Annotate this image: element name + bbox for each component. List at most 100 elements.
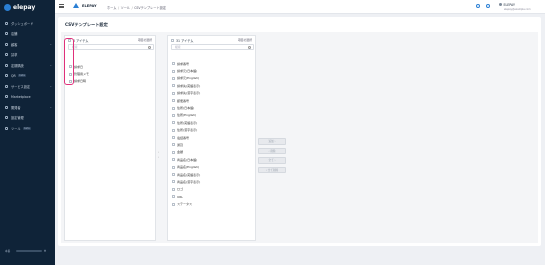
checkbox-highlight [64,38,74,85]
item-checkbox[interactable] [172,76,175,80]
org-switcher[interactable]: ELEPAY [73,3,97,8]
sidebar-item[interactable]: 設定管理 [0,113,55,124]
item-checkbox[interactable] [172,128,175,132]
item-checkbox[interactable] [172,106,175,110]
list-item-label: 請求番号 [177,61,190,66]
list-item-label: 住所(漢字表示) [177,128,198,133]
sidebar-item[interactable]: 開発者 ⌄ [0,102,55,113]
item-checkbox[interactable] [172,99,175,103]
right-list: 請求番号 請求元(日本語) 請求元(English) 請求先(英語表示) 請求先(漢字表… [172,60,200,208]
item-checkbox[interactable] [172,136,175,140]
item-checkbox[interactable] [172,173,175,177]
list-item-label: 郵便番号 [177,98,190,103]
remove-button[interactable]: ‹ 削除 [258,147,286,154]
list-item[interactable]: 商品名(漢字表示) [172,178,200,185]
menu-icon[interactable] [59,4,64,8]
header-icons [476,4,490,8]
list-item[interactable]: 住所(English) [172,112,200,119]
list-item[interactable]: 住所(漢字表示) [172,127,200,134]
chevron-down-icon: ⌄ [49,84,52,89]
item-checkbox[interactable] [172,165,175,169]
item-checkbox[interactable] [172,121,175,125]
right-search-input[interactable]: 検索 [171,44,254,50]
search-icon [148,46,151,49]
help-icon[interactable] [476,4,480,8]
list-item[interactable]: 商品名(日本語) [172,156,200,163]
list-item[interactable]: 電話番号 [172,134,200,141]
sidebar-item[interactable]: 顧客 ⌄ [0,39,55,50]
list-item[interactable]: 商品名(English) [172,163,200,170]
list-item[interactable]: 通貨 [172,141,200,148]
beta-badge: beta [22,126,32,130]
main-card: CSVテンプレート設定 0 アイテム 項目の選択 検索 請求日 管理用メモ 請求日時… [58,17,541,246]
item-checkbox[interactable] [172,195,175,199]
remove-all-button[interactable]: ‹ 全て削除 [258,166,286,173]
list-item[interactable]: 住所(日本語) [172,104,200,111]
invoice-icon [5,53,8,57]
collapse-button[interactable]: ▲ [44,249,46,252]
add-button[interactable]: 追加 › [258,138,286,145]
add-all-button[interactable]: 全て › [258,157,286,164]
list-item[interactable]: 請求元(日本語) [172,67,200,74]
item-checkbox[interactable] [172,150,175,154]
panel-header: 31 アイテム [171,38,194,43]
sidebar-item[interactable]: 店舗 [0,29,55,40]
list-item[interactable]: 請求先(英語表示) [172,82,200,89]
sidebar-item[interactable]: Marketplace [0,92,55,103]
sidebar-item[interactable]: ダッシュボード [0,18,55,29]
sidebar-item-label: 設定管理 [11,116,24,121]
item-checkbox[interactable] [172,158,175,162]
select-all-checkbox[interactable] [171,39,174,42]
sidebar-item[interactable]: QR beta [0,71,55,82]
transfer-arrows: › ‹ [158,150,159,160]
sidebar-item[interactable]: サービス設定 ⌄ [0,81,55,92]
panel-title: 項目の選択 [138,38,152,42]
list-item[interactable]: 住所(英語表示) [172,119,200,126]
sidebar-item-label: Marketplace [11,94,31,99]
list-item-label: 通貨 [177,142,184,147]
list-item-label: URL [177,194,183,199]
sidebar-item-label: 請求 [11,53,18,58]
panel-title: 項目の選択 [238,38,252,42]
sidebar-item[interactable]: 定期購読 ⌄ [0,60,55,71]
list-item[interactable]: 商品名(英語表示) [172,171,200,178]
breadcrumb-tools[interactable]: ツール [121,6,131,10]
move-left-icon[interactable]: ‹ [158,155,159,160]
list-item[interactable]: 郵便番号 [172,97,200,104]
chevron-down-icon: ⌄ [49,105,52,110]
item-checkbox[interactable] [172,62,175,66]
app-logo[interactable]: elepay [4,4,35,11]
user-icon [499,3,502,6]
item-checkbox[interactable] [172,84,175,88]
subscription-icon [5,63,8,67]
item-checkbox[interactable] [172,187,175,191]
item-checkbox[interactable] [172,91,175,95]
list-item[interactable]: ロゴ [172,186,200,193]
item-count: 31 アイテム [176,39,194,43]
environment-switch[interactable] [16,250,42,252]
sidebar-item-label: サービス設定 [11,84,31,89]
list-item[interactable]: 請求先(漢字表示) [172,90,200,97]
user-email: elepay@example.com [504,8,531,11]
sidebar-item[interactable]: ツール beta [0,123,55,134]
item-checkbox[interactable] [172,113,175,117]
breadcrumb-home[interactable]: ホーム [107,6,116,10]
list-item-label: 商品名(日本語) [177,157,198,162]
list-item[interactable]: 金額 [172,149,200,156]
user-menu[interactable]: ELEPAY elepay@example.com [499,3,543,11]
item-checkbox[interactable] [172,180,175,184]
list-item[interactable]: ステータス [172,200,200,207]
list-item[interactable]: 請求番号 [172,60,200,67]
item-checkbox[interactable] [172,202,175,206]
list-item[interactable]: 請求元(English) [172,75,200,82]
chevron-down-icon: ⌄ [49,63,52,68]
list-item-label: 金額 [177,150,184,155]
notification-icon[interactable] [486,4,490,8]
left-search-input[interactable]: 検索 [68,44,154,50]
list-item-label: 住所(日本語) [177,106,195,111]
item-checkbox[interactable] [172,69,175,73]
item-checkbox[interactable] [172,143,175,147]
sidebar-item[interactable]: 請求 [0,50,55,61]
developer-icon [5,105,8,109]
list-item[interactable]: URL [172,193,200,200]
